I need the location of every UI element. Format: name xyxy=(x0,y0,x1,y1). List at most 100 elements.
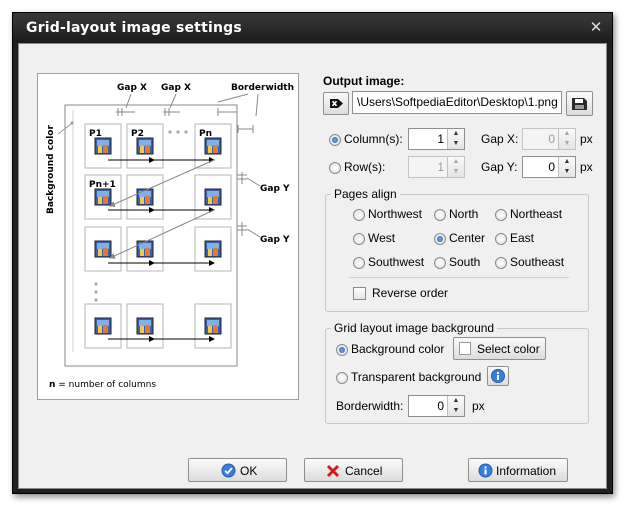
rows-value: 1 xyxy=(437,160,444,174)
align-northwest-radio[interactable] xyxy=(353,209,365,221)
background-color-label: Background color xyxy=(46,125,56,214)
align-north-radio[interactable] xyxy=(434,209,446,221)
background-color-option-label: Background color xyxy=(351,342,445,356)
rows-label: Row(s): xyxy=(344,160,386,174)
align-west-radio[interactable] xyxy=(353,233,365,245)
columns-arrows: ▲ ▼ xyxy=(447,129,464,149)
borderwidth-unit: px xyxy=(472,399,485,413)
rows-down-icon[interactable]: ▼ xyxy=(448,167,464,177)
output-image-label: Output image: xyxy=(323,74,405,88)
close-button[interactable]: ✕ xyxy=(588,19,604,35)
align-north-label: North xyxy=(449,207,479,221)
cancel-button[interactable]: Cancel xyxy=(304,458,403,482)
grid-illustration: Background color Gap X Gap X Borderwidth xyxy=(37,73,299,400)
ok-label: OK xyxy=(240,464,258,478)
save-icon xyxy=(572,98,587,110)
footnote: n = number of columns xyxy=(49,380,156,390)
gap-y-label-2: Gap Y xyxy=(260,235,290,245)
columns-up-icon[interactable]: ▲ xyxy=(448,129,464,139)
title-bar[interactable]: Grid-layout image settings ✕ xyxy=(13,13,612,43)
select-color-label: Select color xyxy=(477,342,540,356)
gap-x-down-icon[interactable]: ▼ xyxy=(559,139,575,149)
browse-button[interactable] xyxy=(323,92,349,115)
align-south-radio[interactable] xyxy=(434,257,446,269)
window-title: Grid-layout image settings xyxy=(26,20,242,36)
p1-label: P1 xyxy=(89,129,102,139)
gap-x-spinner[interactable]: 0 ▲ ▼ xyxy=(522,128,576,150)
rows-up-icon[interactable]: ▲ xyxy=(448,157,464,167)
borderwidth-spinner[interactable]: 0 ▲ ▼ xyxy=(408,395,465,417)
gap-x-label: Gap X: xyxy=(481,132,519,146)
align-east-label: East xyxy=(510,231,535,245)
select-color-button[interactable]: Select color xyxy=(453,337,546,360)
gap-x-arrows: ▲ ▼ xyxy=(558,129,575,149)
borderwidth-label: Borderwidth xyxy=(231,83,294,93)
align-southwest-label: Southwest xyxy=(368,255,425,269)
align-separator xyxy=(349,277,569,278)
rows-arrows: ▲ ▼ xyxy=(447,157,464,177)
transparent-info-button[interactable] xyxy=(487,366,509,386)
output-path-input[interactable]: \Users\SoftpediaEditor\Desktop\1.png xyxy=(352,91,562,114)
gap-y-arrows: ▲ ▼ xyxy=(558,157,575,177)
gap-y-unit: px xyxy=(580,160,593,174)
save-path-button[interactable] xyxy=(566,91,593,116)
gap-y-value: 0 xyxy=(548,160,555,174)
align-northeast-label: Northeast xyxy=(510,207,563,221)
align-west-label: West xyxy=(368,231,396,245)
align-center-label: Center xyxy=(449,231,486,245)
gap-x-unit: px xyxy=(580,132,593,146)
gap-x-label-2: Gap X xyxy=(161,83,191,93)
pages-align-title: Pages align xyxy=(331,187,400,201)
gap-x-value: 0 xyxy=(548,132,555,146)
transparent-background-radio[interactable] xyxy=(336,372,348,384)
p2-label: P2 xyxy=(131,129,144,139)
gap-y-spinner[interactable]: 0 ▲ ▼ xyxy=(522,156,576,178)
align-south-label: South xyxy=(449,255,481,269)
information-label: Information xyxy=(496,464,557,478)
columns-label: Column(s): xyxy=(344,132,403,146)
gap-y-label: Gap Y: xyxy=(481,160,518,174)
align-northwest-label: Northwest xyxy=(368,207,423,221)
information-button[interactable]: Information xyxy=(468,458,568,482)
reverse-order-checkbox[interactable] xyxy=(353,287,366,300)
reverse-order-label: Reverse order xyxy=(372,286,449,300)
columns-spinner[interactable]: 1 ▲ ▼ xyxy=(408,128,465,150)
pn-label: Pn xyxy=(199,129,212,139)
transparent-background-label: Transparent background xyxy=(351,370,482,384)
borderwidth-value: 0 xyxy=(437,399,444,413)
gap-y-label-1: Gap Y xyxy=(260,184,290,194)
grid-diagram: Background color Gap X Gap X Borderwidth xyxy=(46,83,294,390)
align-southwest-radio[interactable] xyxy=(353,257,365,269)
columns-value: 1 xyxy=(437,132,444,146)
color-swatch xyxy=(459,342,471,355)
columns-radio[interactable] xyxy=(329,134,341,146)
align-northeast-radio[interactable] xyxy=(495,209,507,221)
align-center-radio[interactable] xyxy=(434,233,446,245)
columns-down-icon[interactable]: ▼ xyxy=(448,139,464,149)
rows-spinner[interactable]: 1 ▲ ▼ xyxy=(408,156,465,178)
gap-y-down-icon[interactable]: ▼ xyxy=(559,167,575,177)
borderwidth-arrows: ▲ ▼ xyxy=(447,396,464,416)
gap-y-up-icon[interactable]: ▲ xyxy=(559,157,575,167)
background-color-radio[interactable] xyxy=(336,344,348,356)
footnote-text: = number of columns xyxy=(55,380,156,390)
information-icon xyxy=(478,463,493,478)
dialog-window: Grid-layout image settings ✕ Background … xyxy=(12,12,613,494)
borderwidth-label-field: Borderwidth: xyxy=(336,399,404,413)
ok-button[interactable]: OK xyxy=(188,458,287,482)
dialog-client: Background color Gap X Gap X Borderwidth xyxy=(18,43,607,489)
arrow-icon xyxy=(330,99,343,108)
align-southeast-label: Southeast xyxy=(510,255,565,269)
info-icon xyxy=(491,369,505,383)
cancel-label: Cancel xyxy=(345,464,383,478)
borderwidth-down-icon[interactable]: ▼ xyxy=(448,406,464,416)
borderwidth-up-icon[interactable]: ▲ xyxy=(448,396,464,406)
ok-check-icon xyxy=(221,463,236,478)
gap-x-up-icon[interactable]: ▲ xyxy=(559,129,575,139)
align-east-radio[interactable] xyxy=(495,233,507,245)
align-southeast-radio[interactable] xyxy=(495,257,507,269)
pn1-label: Pn+1 xyxy=(89,180,116,190)
cancel-x-icon xyxy=(326,464,340,478)
background-group-title: Grid layout image background xyxy=(331,321,498,335)
rows-radio[interactable] xyxy=(329,162,341,174)
